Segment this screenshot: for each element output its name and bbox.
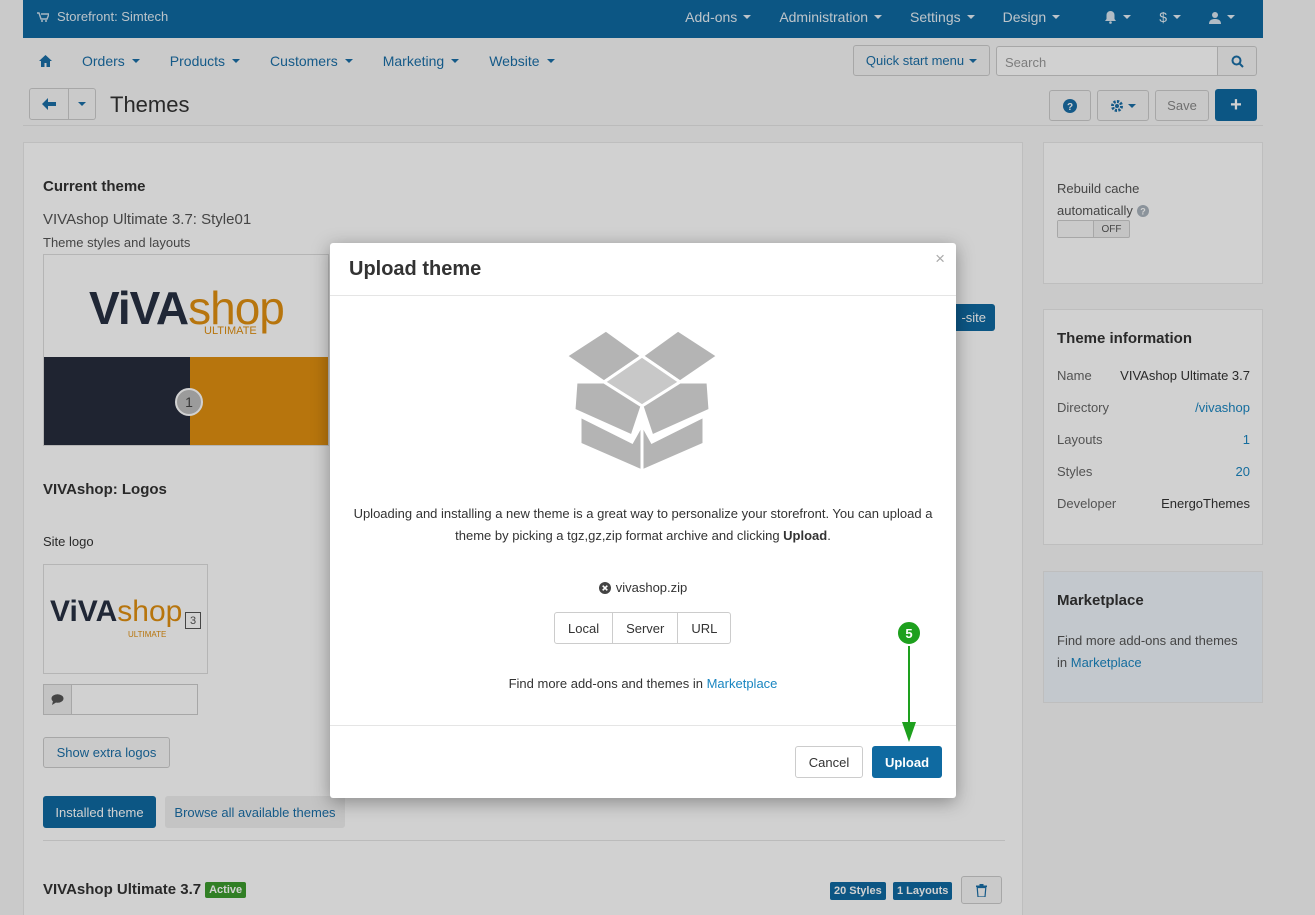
upload-button[interactable]: Upload bbox=[872, 746, 942, 778]
close-icon[interactable]: × bbox=[935, 249, 945, 269]
cancel-button[interactable]: Cancel bbox=[795, 746, 863, 778]
open-box-icon bbox=[566, 328, 718, 471]
dialog-footer-divider bbox=[330, 725, 956, 726]
description-bold: Upload bbox=[783, 528, 828, 543]
upload-theme-dialog: Upload theme × Uploading and installing … bbox=[330, 243, 956, 798]
dialog-marketplace-text: Find more add-ons and themes in bbox=[508, 676, 707, 691]
description-end: . bbox=[827, 528, 831, 543]
source-url-button[interactable]: URL bbox=[678, 613, 730, 643]
file-source-selector: Local Server URL bbox=[554, 612, 732, 644]
description-text: Uploading and installing a new theme is … bbox=[353, 506, 933, 543]
dialog-title: Upload theme bbox=[349, 258, 482, 280]
dialog-marketplace-note: Find more add-ons and themes in Marketpl… bbox=[330, 676, 956, 691]
source-local-button[interactable]: Local bbox=[555, 613, 614, 643]
dialog-header: Upload theme × bbox=[330, 243, 956, 296]
source-server-button[interactable]: Server bbox=[613, 613, 679, 643]
step-number-badge: 5 bbox=[896, 620, 922, 646]
arrow-down-icon bbox=[902, 646, 916, 742]
selected-file: vivashop.zip bbox=[330, 580, 956, 595]
dialog-marketplace-link[interactable]: Marketplace bbox=[707, 676, 778, 691]
remove-file-icon[interactable] bbox=[598, 581, 611, 594]
dialog-description: Uploading and installing a new theme is … bbox=[350, 503, 936, 547]
selected-file-name: vivashop.zip bbox=[615, 580, 688, 595]
